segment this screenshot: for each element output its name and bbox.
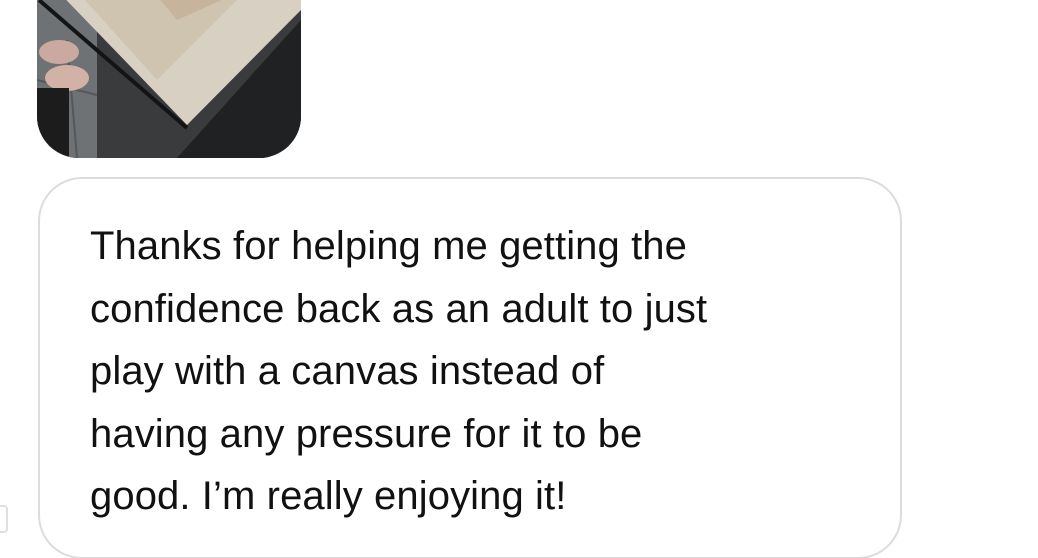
message-text: Thanks for helping me getting the confid… [90,215,870,528]
message-line: having any pressure for it to be [90,411,643,456]
message-line: confidence back as an adult to just [90,286,708,331]
message-line: good. I’m really enjoying it! [90,474,567,518]
message-bubble[interactable]: Thanks for helping me getting the confid… [38,177,902,558]
message-line: Thanks for helping me getting the [90,224,687,268]
shared-photo-message[interactable] [37,0,301,158]
message-line: play with a canvas instead of [90,349,605,393]
chat-screen: Thanks for helping me getting the confid… [0,0,1038,558]
shared-photo [37,0,301,158]
edge-fragment [0,505,8,533]
